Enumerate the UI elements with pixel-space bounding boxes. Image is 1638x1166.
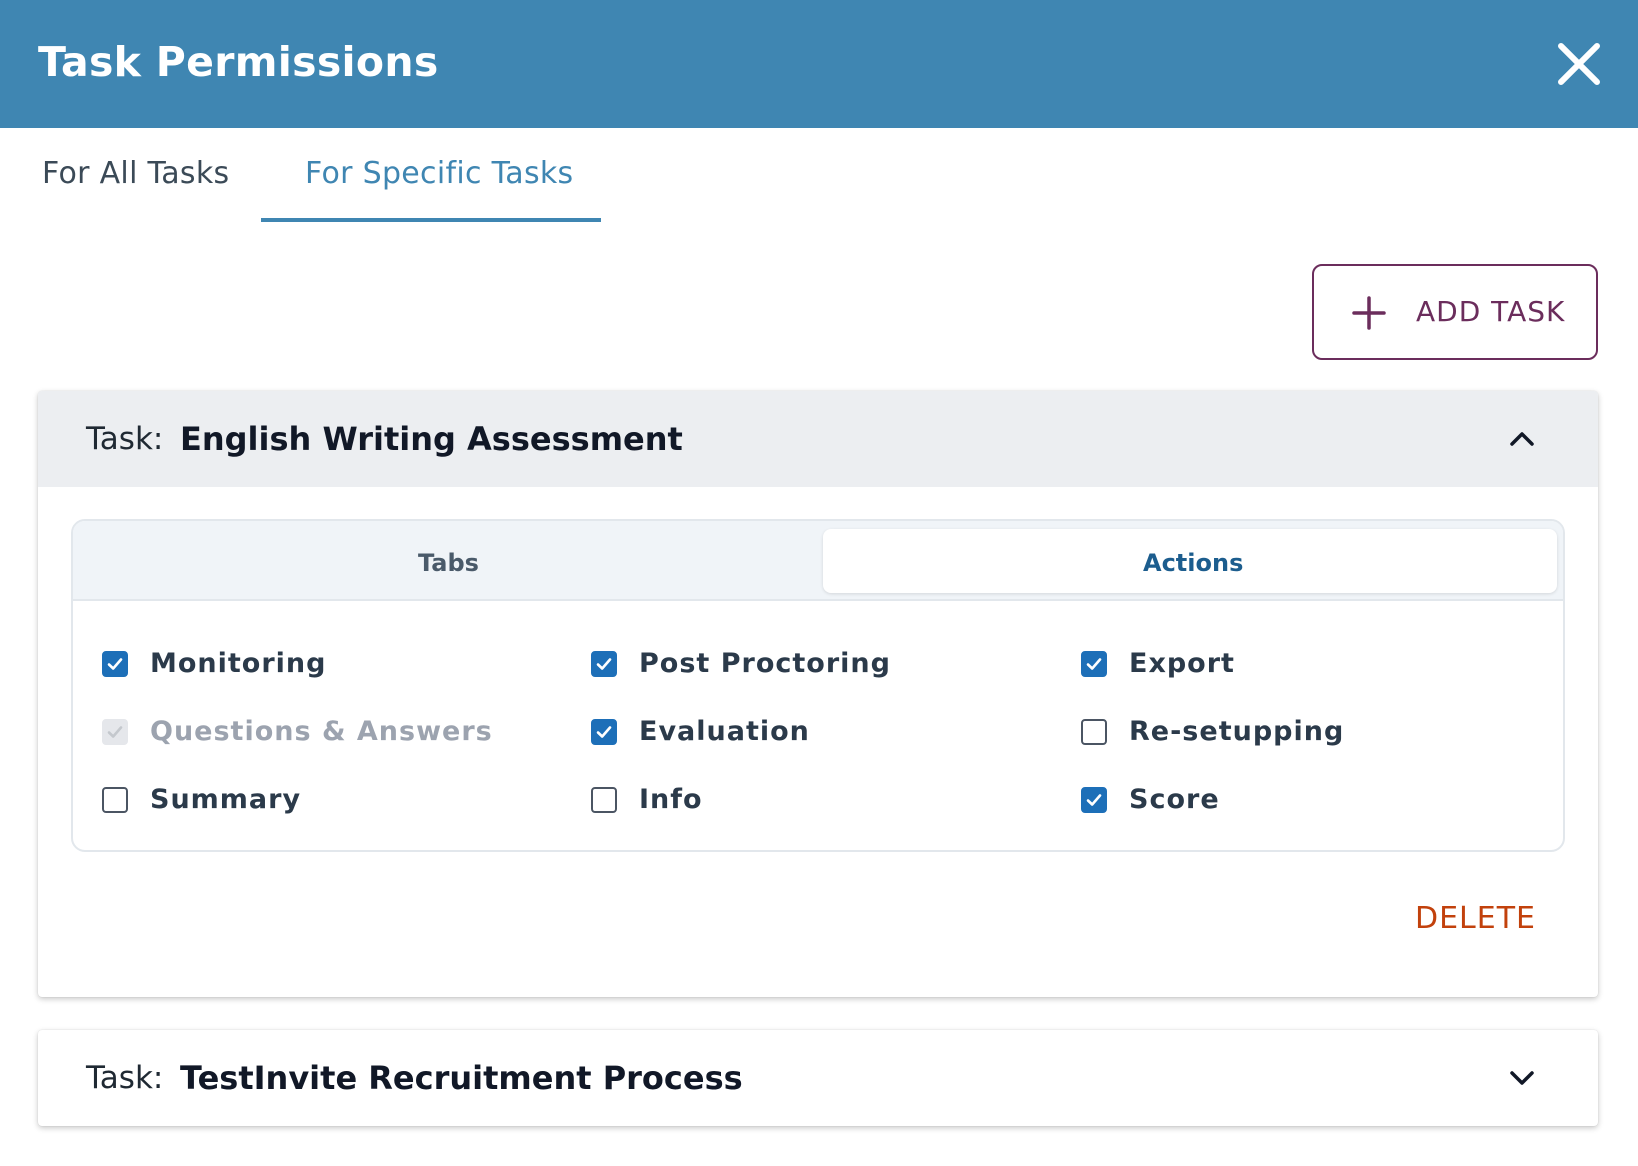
checkbox-disabled-checked: [102, 719, 128, 745]
checkbox-unchecked[interactable]: [591, 787, 617, 813]
task-prefix-label: Task:: [86, 421, 164, 457]
chevron-up-icon[interactable]: [1508, 425, 1536, 453]
task-panel-header[interactable]: Task: English Writing Assessment: [38, 391, 1598, 487]
checkbox-unchecked[interactable]: [1081, 719, 1107, 745]
permission-label: Monitoring: [150, 648, 327, 679]
permission-label: Evaluation: [639, 716, 810, 747]
permission-label: Score: [1129, 784, 1220, 815]
task-panel-english-writing: Task: English Writing Assessment Tabs Ac…: [38, 391, 1598, 997]
permission-label: Summary: [150, 784, 302, 815]
task-panel-testinvite-recruitment: Task: TestInvite Recruitment Process: [38, 1030, 1598, 1126]
chevron-down-icon[interactable]: [1508, 1064, 1536, 1092]
tab-for-all-tasks[interactable]: For All Tasks: [42, 156, 229, 191]
close-icon[interactable]: [1555, 40, 1603, 88]
permission-label: Post Proctoring: [639, 648, 891, 679]
checkbox-checked[interactable]: [1081, 787, 1107, 813]
checkbox-checked[interactable]: [591, 719, 617, 745]
add-task-label: ADD TASK: [1416, 295, 1566, 328]
add-task-button[interactable]: ADD TASK: [1312, 264, 1598, 360]
segment-tabs[interactable]: Tabs: [418, 549, 479, 577]
checkbox-checked[interactable]: [1081, 651, 1107, 677]
tab-for-specific-tasks[interactable]: For Specific Tasks: [305, 156, 574, 191]
checkbox-checked[interactable]: [591, 651, 617, 677]
permission-label: Export: [1129, 648, 1235, 679]
permission-label: Re-setupping: [1129, 716, 1345, 747]
permissions-card: Tabs Actions Monitoring Post Proctoring …: [71, 519, 1565, 852]
permission-scope-tabs: For All Tasks For Specific Tasks: [0, 128, 1638, 228]
dialog-title: Task Permissions: [38, 38, 439, 86]
plus-icon: [1352, 296, 1386, 330]
task-name: TestInvite Recruitment Process: [180, 1059, 743, 1097]
segment-actions-label: Actions: [1143, 549, 1244, 577]
dialog-header: Task Permissions: [0, 0, 1638, 128]
segmented-control: Tabs Actions: [73, 521, 1563, 601]
delete-task-button[interactable]: DELETE: [1415, 901, 1536, 936]
task-name: English Writing Assessment: [180, 420, 683, 458]
checkbox-checked[interactable]: [102, 651, 128, 677]
active-tab-indicator: [261, 218, 601, 222]
checkbox-unchecked[interactable]: [102, 787, 128, 813]
segment-actions[interactable]: Actions: [823, 529, 1557, 593]
task-prefix-label: Task:: [86, 1060, 164, 1096]
task-panel-header[interactable]: Task: TestInvite Recruitment Process: [38, 1030, 1598, 1126]
permission-label: Info: [639, 784, 703, 815]
permission-label: Questions & Answers: [150, 716, 493, 747]
